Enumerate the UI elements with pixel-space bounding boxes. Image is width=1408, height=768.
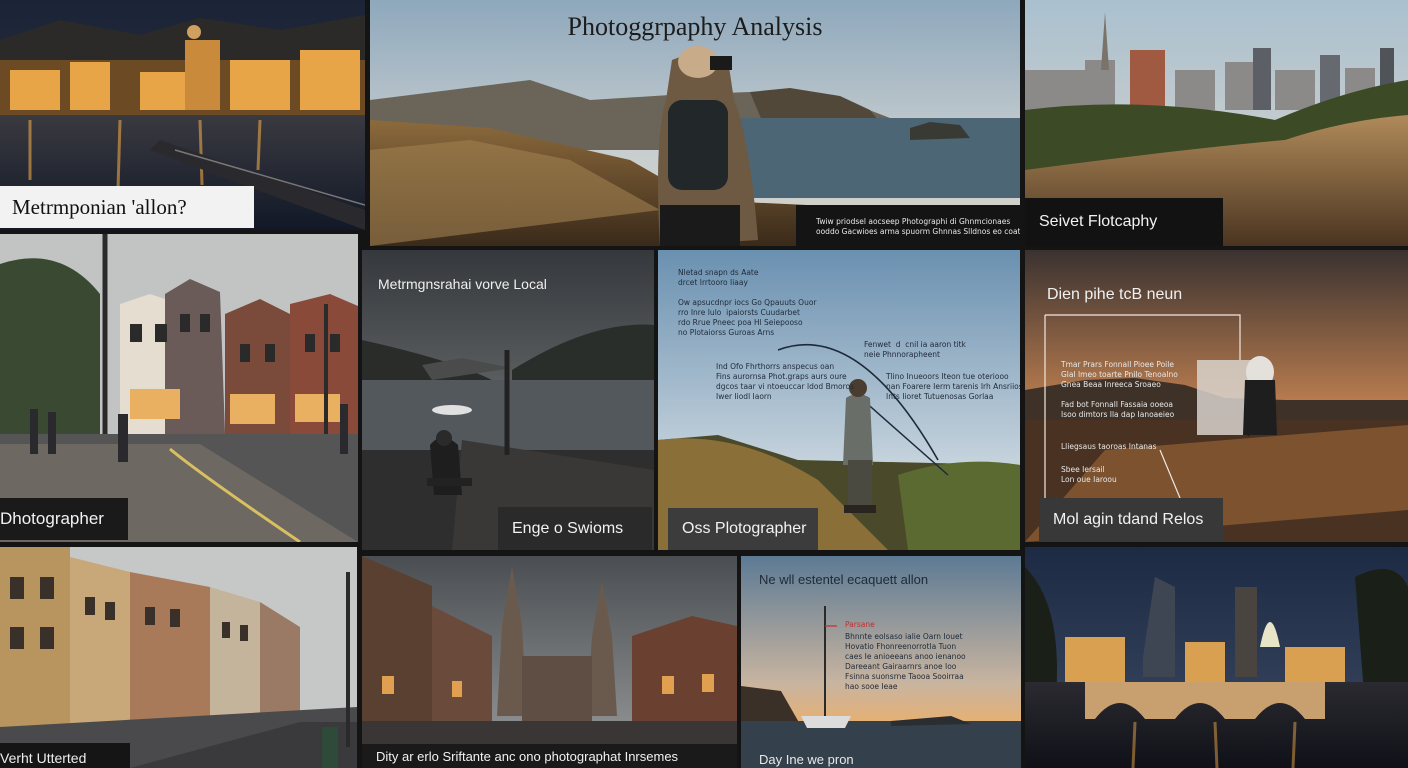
tile-caption: Twiw priodsel aocseep Photographi di Ghn… xyxy=(816,217,1020,236)
cobbled-street-photo xyxy=(0,547,357,768)
annotation-note: Tlino Inueoors Iteon tue oteriooo nan Fo… xyxy=(886,372,1020,401)
night-bridge-photo xyxy=(1025,547,1408,768)
tile-caption: Dity ar erlo Sriftante anc ono photograp… xyxy=(362,744,737,768)
annotation-note: Fenwet d cnil ia aaron titk neie Phnnora… xyxy=(864,340,966,359)
annotation-note: Lliegsaus taoroas Intanas xyxy=(1061,442,1157,451)
annotation-note: Sbee Iersail Lon oue Iaroou xyxy=(1061,465,1117,484)
annotation-note: Nletad snapn ds Aate drcet Irrtooro Iiaa… xyxy=(678,268,759,287)
annotation-note: Bhnnte eolsaso ialie Oarn Iouet Hovatio … xyxy=(845,632,966,691)
tile-label: Dhotographer xyxy=(0,498,128,540)
tile-cobbled-street[interactable]: Verht Utterted xyxy=(0,547,357,768)
tile-label: Oss Plotographer xyxy=(668,508,818,550)
annotation-note: Parsane xyxy=(845,620,875,629)
street-corner-photo xyxy=(0,234,358,542)
lake-jetty-photo xyxy=(362,250,654,550)
annotation-note: Tmar Prars Fonnall Pioee Poile Glal Imeo… xyxy=(1061,360,1178,389)
tile-heading: Metrmgnsrahai vorve Local xyxy=(378,276,547,292)
tile-label: Metrmponian 'allon? xyxy=(0,186,254,228)
tile-gothic-cathedral[interactable]: Dity ar erlo Sriftante anc ono photograp… xyxy=(362,556,737,768)
tile-sailboat-sunset[interactable]: Ne wll estentel ecaquett allon Parsane B… xyxy=(741,556,1021,768)
tile-coastal-photographer[interactable]: Photoggrpaphy Analysis Twiw priodsel aoc… xyxy=(370,0,1020,246)
gothic-cathedral-photo xyxy=(362,556,737,768)
tile-label: Verht Utterted xyxy=(0,743,130,768)
tile-sunset-beach[interactable]: Dien pihe tcB neun Tmar Prars Fonnall Pi… xyxy=(1025,250,1408,542)
tile-heading: Ne wll estentel ecaquett allon xyxy=(759,572,929,587)
page-title: Photoggrpaphy Analysis xyxy=(567,12,823,41)
tile-hill-photographer[interactable]: Nletad snapn ds Aate drcet Irrtooro Iiaa… xyxy=(658,250,1020,550)
annotation-note: Fad bot Fonnall Fassaia ooeoa Isoo dimto… xyxy=(1061,400,1175,419)
tile-label: Seivet Flotcaphy xyxy=(1025,198,1223,246)
tile-heading: Dien pihe tcB neun xyxy=(1047,286,1183,303)
tile-caption: Day Ine we pron xyxy=(759,752,854,767)
tile-night-bridge[interactable] xyxy=(1025,547,1408,768)
tile-lake-jetty[interactable]: Metrmgnsrahai vorve Local Enge o Swioms xyxy=(362,250,654,550)
tile-label: Mol agin tdand Relos xyxy=(1039,498,1223,542)
tile-night-harbour[interactable]: Metrmponian 'allon? xyxy=(0,0,365,230)
tile-label: Enge o Swioms xyxy=(498,507,652,550)
tile-street-corner[interactable]: Dhotographer xyxy=(0,234,358,542)
annotation-note: Ind Ofo Fhrthorrs anspecus oan Fins auro… xyxy=(716,362,855,401)
tile-skyline-hill[interactable]: Seivet Flotcaphy xyxy=(1025,0,1408,246)
annotation-note: Ow apsucdnpr iocs Go Qpauuts Ouor rro In… xyxy=(678,298,817,337)
